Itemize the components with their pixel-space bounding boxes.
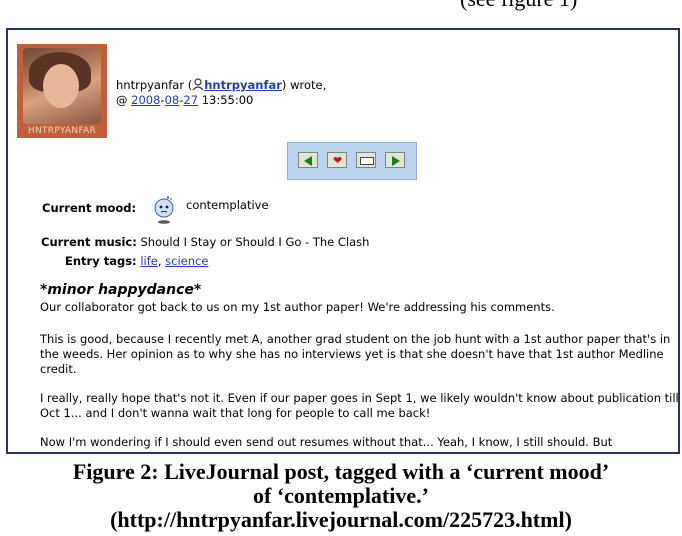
top-caption-fragment: (see figure 1) — [460, 0, 680, 12]
figure-caption: Figure 2: LiveJournal post, tagged with … — [0, 460, 682, 532]
date-prefix: @ — [116, 93, 128, 107]
livejournal-post-screenshot: HNTRPYANFAR hntrpyanfar (hntrpyanfar) wr… — [6, 28, 680, 454]
date-day-link[interactable]: 27 — [183, 93, 198, 107]
arrow-left-icon[interactable] — [298, 152, 318, 168]
figure-caption-line-2: of ‘contemplative.’ — [253, 483, 429, 508]
figure-caption-line-1: Figure 2: LiveJournal post, tagged with … — [72, 459, 610, 484]
tag-link-science[interactable]: science — [165, 254, 208, 268]
tags-label: Entry tags: — [65, 254, 137, 268]
post-time: 13:55:00 — [201, 93, 254, 107]
entry-nav-toolbar: ❤ — [287, 142, 417, 180]
memories-heart-icon[interactable]: ❤ — [327, 152, 347, 168]
mood-row: Current mood: — [42, 201, 136, 216]
entry-paragraph: Our collaborator got back to us on my 1s… — [40, 300, 555, 314]
entry-paragraph: This is good, because I recently met A, … — [40, 332, 671, 376]
arrow-right-icon[interactable] — [385, 152, 405, 168]
userpic: HNTRPYANFAR — [17, 44, 107, 138]
mood-value: contemplative — [186, 198, 269, 212]
mood-label: Current mood: — [42, 201, 137, 215]
userpic-caption: HNTRPYANFAR — [27, 126, 97, 136]
music-value: Should I Stay or Should I Go - The Clash — [140, 235, 370, 249]
tags-row: Entry tags: life, science — [65, 254, 209, 268]
entry-paragraph: I really, really hope that's not it. Eve… — [40, 391, 679, 420]
post-byline: hntrpyanfar (hntrpyanfar) wrote, @ 2008-… — [116, 78, 327, 107]
date-year-link[interactable]: 2008 — [131, 93, 160, 107]
wrote-text: wrote, — [290, 78, 327, 92]
music-row: Current music: Should I Stay or Should I… — [41, 235, 369, 250]
tag-link-life[interactable]: life — [140, 254, 158, 268]
entry-paragraph: Now I'm wondering if I should even send … — [40, 435, 613, 449]
music-label: Current music: — [41, 235, 137, 249]
contemplative-mood-icon — [154, 196, 174, 224]
tag-icon[interactable] — [356, 152, 376, 168]
user-head-icon[interactable] — [192, 78, 204, 90]
figure-caption-line-3: (http://hntrpyanfar.livejournal.com/2257… — [110, 507, 572, 532]
screenshot-border — [6, 452, 680, 454]
author-name: hntrpyanfar — [116, 78, 185, 92]
date-month-link[interactable]: 08 — [165, 93, 180, 107]
entry-subject: *minor happydance* — [40, 282, 202, 298]
author-username-link[interactable]: hntrpyanfar — [204, 78, 282, 92]
